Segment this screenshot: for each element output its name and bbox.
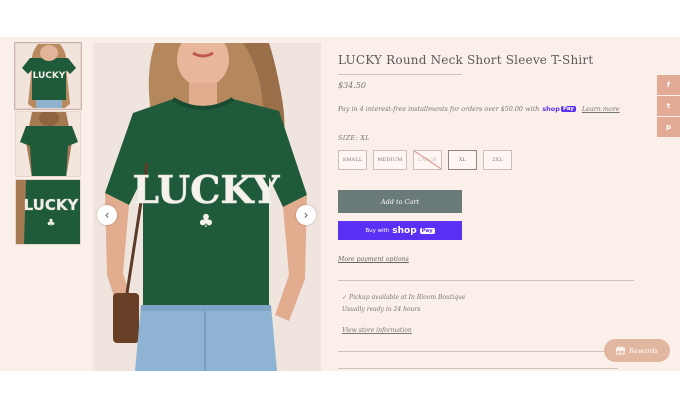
- pickup-text: Pickup available at In Bloom Boutique: [349, 294, 466, 301]
- facebook-icon: f: [666, 81, 671, 89]
- thumbnail-1[interactable]: LUCKY: [14, 42, 82, 110]
- buy-with-label: Buy with: [365, 227, 390, 234]
- svg-text:LUCKY: LUCKY: [132, 167, 280, 212]
- pickup-ready-time: Usually ready in 24 hours: [342, 306, 421, 313]
- learn-more-link[interactable]: Learn more: [582, 105, 620, 113]
- svg-text:♣: ♣: [198, 211, 214, 232]
- product-tabs-edge: [338, 368, 618, 371]
- more-payment-options-link[interactable]: More payment options: [338, 256, 409, 263]
- rewards-label: Rewards: [629, 346, 658, 355]
- section-divider: [338, 351, 634, 352]
- product-page: LUCKY LUCKY ♣ LUCKY ♣ ‹ › LUCKY Round Ne…: [0, 37, 680, 371]
- size-option-small[interactable]: SMALL: [338, 150, 367, 170]
- size-option-2xl[interactable]: 2XL: [483, 150, 512, 170]
- pinterest-share-button[interactable]: p: [657, 117, 680, 137]
- thumbnail-2[interactable]: [15, 111, 81, 177]
- twitter-icon: t: [666, 102, 671, 110]
- size-option-xl[interactable]: XL: [448, 150, 477, 170]
- chevron-right-icon: ›: [303, 208, 309, 222]
- shop-pay-logo: shop Pay: [542, 105, 576, 113]
- buy-with-shop-pay-button[interactable]: Buy with shop Pay: [338, 221, 462, 240]
- pinterest-icon: p: [665, 123, 671, 131]
- chevron-left-icon: ‹: [104, 208, 110, 222]
- previous-image-button[interactable]: ‹: [97, 205, 117, 225]
- twitter-share-button[interactable]: t: [657, 96, 680, 116]
- view-store-information-link[interactable]: View store information: [342, 327, 412, 334]
- main-product-image: LUCKY ♣: [93, 43, 321, 371]
- shop-pay-brand: shop: [542, 105, 560, 113]
- svg-text:♣: ♣: [47, 218, 56, 229]
- rewards-button[interactable]: Rewards: [604, 339, 670, 362]
- checkmark-icon: ✓: [342, 294, 348, 301]
- installments-message: Pay in 4 interest-free installments for …: [338, 105, 620, 113]
- shop-brand: shop: [392, 225, 417, 236]
- title-divider: [338, 74, 462, 75]
- size-option-medium[interactable]: MEDIUM: [373, 150, 407, 170]
- thumbnail-3[interactable]: LUCKY ♣: [15, 179, 81, 245]
- installments-text: Pay in 4 interest-free installments for …: [338, 105, 540, 113]
- product-price: $34.50: [338, 81, 366, 90]
- next-image-button[interactable]: ›: [296, 205, 316, 225]
- pickup-availability: ✓ Pickup available at In Bloom Boutique: [342, 294, 465, 301]
- svg-text:LUCKY: LUCKY: [33, 71, 66, 81]
- add-to-cart-button[interactable]: Add to Cart: [338, 190, 462, 213]
- gift-icon: [616, 346, 626, 355]
- shop-pay-pay: Pay: [560, 106, 576, 112]
- svg-text:LUCKY: LUCKY: [24, 196, 80, 214]
- product-title: LUCKY Round Neck Short Sleeve T-Shirt: [338, 53, 594, 67]
- pay-brand: Pay: [419, 227, 435, 234]
- size-option-large[interactable]: LARGE: [413, 150, 442, 170]
- section-divider: [338, 280, 634, 281]
- size-label: SIZE: XL: [338, 134, 370, 142]
- facebook-share-button[interactable]: f: [657, 75, 680, 95]
